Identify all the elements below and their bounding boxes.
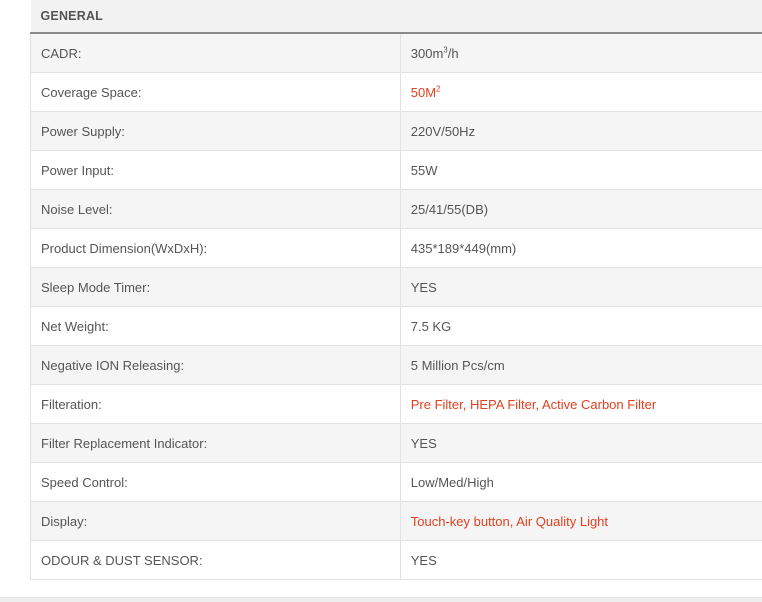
spec-row-sleep-timer: Sleep Mode Timer: YES: [30, 267, 762, 307]
spec-row-odour-sensor: ODOUR & DUST SENSOR: YES: [30, 540, 762, 580]
spec-value: YES: [400, 423, 762, 463]
spec-row-filteration: Filteration: Pre Filter, HEPA Filter, Ac…: [30, 384, 762, 424]
spec-value: Low/Med/High: [400, 462, 762, 502]
spec-value-text: 50M: [410, 84, 437, 100]
spec-label: Speed Control:: [30, 462, 401, 502]
table-header-row: GENERAL: [30, 0, 762, 34]
spec-label: Filter Replacement Indicator:: [30, 423, 401, 463]
spec-value: 25/41/55(DB): [400, 189, 762, 229]
spec-row-dimension: Product Dimension(WxDxH): 435*189*449(mm…: [30, 228, 762, 268]
spec-row-negative-ion: Negative ION Releasing: 5 Million Pcs/cm: [30, 345, 762, 385]
spec-value: 435*189*449(mm): [400, 228, 762, 268]
spec-table: GENERAL CADR: 300m3/h Coverage Space: 50…: [30, 0, 762, 580]
spec-value: 5 Million Pcs/cm: [400, 345, 762, 385]
spec-label: Negative ION Releasing:: [30, 345, 401, 385]
spec-label: Coverage Space:: [30, 72, 401, 112]
spec-value: YES: [400, 267, 762, 307]
spec-row-power-supply: Power Supply: 220V/50Hz: [30, 111, 762, 151]
spec-row-filter-indicator: Filter Replacement Indicator: YES: [30, 423, 762, 463]
spec-label: Sleep Mode Timer:: [30, 267, 401, 307]
spec-label: Noise Level:: [30, 189, 401, 229]
spec-label: Display:: [30, 501, 401, 541]
spec-page: GENERAL CADR: 300m3/h Coverage Space: 50…: [0, 0, 762, 602]
spec-value: Touch-key button, Air Quality Light: [400, 501, 762, 541]
spec-row-net-weight: Net Weight: 7.5 KG: [30, 306, 762, 346]
spec-value-superscript: 2: [436, 84, 441, 94]
section-title: GENERAL: [30, 0, 762, 34]
spec-label: Net Weight:: [30, 306, 401, 346]
spec-row-power-input: Power Input: 55W: [30, 150, 762, 190]
spec-value: 220V/50Hz: [400, 111, 762, 151]
spec-row-coverage: Coverage Space: 50M2: [30, 72, 762, 112]
spec-value-suffix: /h: [447, 45, 459, 61]
spec-row-noise: Noise Level: 25/41/55(DB): [30, 189, 762, 229]
spec-value: YES: [400, 540, 762, 580]
spec-value: 300m3/h: [400, 33, 762, 73]
spec-label: Product Dimension(WxDxH):: [30, 228, 401, 268]
spec-row-speed-control: Speed Control: Low/Med/High: [30, 462, 762, 502]
spec-row-display: Display: Touch-key button, Air Quality L…: [30, 501, 762, 541]
spec-value: 50M2: [400, 72, 762, 112]
spec-label: Power Input:: [30, 150, 401, 190]
spec-value: 7.5 KG: [400, 306, 762, 346]
spec-label: CADR:: [30, 33, 401, 73]
spec-value: Pre Filter, HEPA Filter, Active Carbon F…: [400, 384, 762, 424]
spec-value: 55W: [400, 150, 762, 190]
spec-label: Filteration:: [30, 384, 401, 424]
bottom-divider: [0, 597, 762, 602]
spec-label: Power Supply:: [30, 111, 401, 151]
spec-label: ODOUR & DUST SENSOR:: [30, 540, 401, 580]
spec-row-cadr: CADR: 300m3/h: [30, 33, 762, 73]
spec-value-text: 300m: [410, 45, 444, 61]
